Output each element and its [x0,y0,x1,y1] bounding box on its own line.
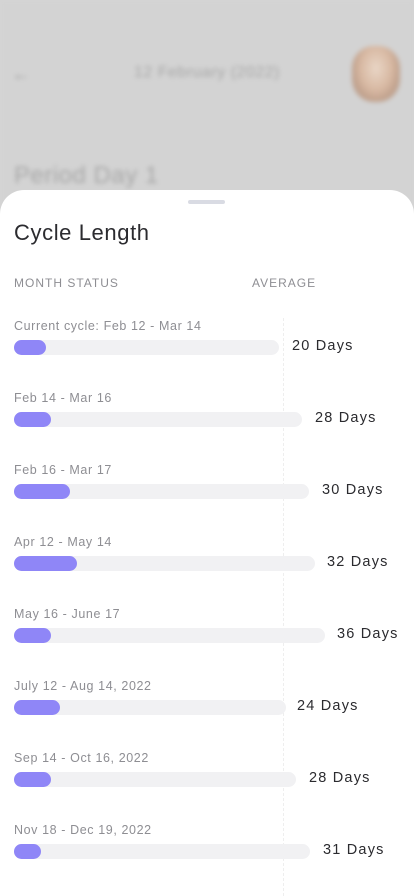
cycle-progress-fill [14,772,51,787]
cycle-progress-track [14,412,302,427]
cycle-length-days: 20 Days [292,338,354,354]
avatar[interactable] [352,46,400,102]
cycle-progress-fill [14,412,52,427]
cycle-row: May 16 - June 17 36 Days [0,607,414,667]
cycle-row: Feb 14 - Mar 16 28 Days [0,391,414,451]
sheet-drag-handle[interactable] [188,200,225,204]
cycle-row: Current cycle: Feb 12 - Mar 14 20 Days [0,319,414,379]
cycle-row: Feb 16 - Mar 17 30 Days [0,463,414,523]
cycle-progress-track [14,628,325,643]
cycle-length-days: 32 Days [327,554,389,570]
cycle-progress-track [14,556,315,571]
cycle-progress-fill [14,556,78,571]
month-status-header: MONTH STATUS [14,276,119,290]
cycle-length-days: 24 Days [297,698,359,714]
cycle-row: Sep 14 - Oct 16, 2022 28 Days [0,751,414,811]
cycle-row: July 12 - Aug 14, 2022 24 Days [0,679,414,739]
cycle-date-range: July 12 - Aug 14, 2022 [14,679,152,693]
cycle-date-range: Sep 14 - Oct 16, 2022 [14,751,149,765]
cycle-date-range: Current cycle: Feb 12 - Mar 14 [14,319,202,333]
cycle-progress-track [14,772,296,787]
cycle-progress-track [14,700,286,715]
cycle-length-days: 30 Days [322,482,384,498]
cycle-length-days: 28 Days [315,410,377,426]
cycle-progress-fill [14,484,71,499]
cycle-date-range: Nov 18 - Dec 19, 2022 [14,823,152,837]
average-header: AVERAGE [252,276,317,290]
cycle-date-range: Feb 16 - Mar 17 [14,463,112,477]
cycle-progress-track [14,844,310,859]
cycle-date-range: Feb 14 - Mar 16 [14,391,112,405]
cycle-progress-track [14,340,279,355]
cycle-date-range: May 16 - June 17 [14,607,121,621]
cycle-length-days: 36 Days [337,626,399,642]
cycle-length-days: 28 Days [309,770,371,786]
cycle-length-sheet: Cycle Length MONTH STATUS AVERAGE Curren… [0,190,414,896]
sheet-title: Cycle Length [14,220,150,245]
cycle-progress-track [14,484,309,499]
cycle-row: Apr 12 - May 14 32 Days [0,535,414,595]
cycle-length-days: 31 Days [323,842,385,858]
period-day-title: Period Day 1 [14,162,159,189]
cycle-row: Nov 18 - Dec 19, 2022 31 Days [0,823,414,883]
cycle-progress-fill [14,700,61,715]
cycle-progress-fill [14,340,46,355]
cycle-date-range: Apr 12 - May 14 [14,535,112,549]
cycle-progress-fill [14,628,52,643]
cycle-progress-fill [14,844,41,859]
